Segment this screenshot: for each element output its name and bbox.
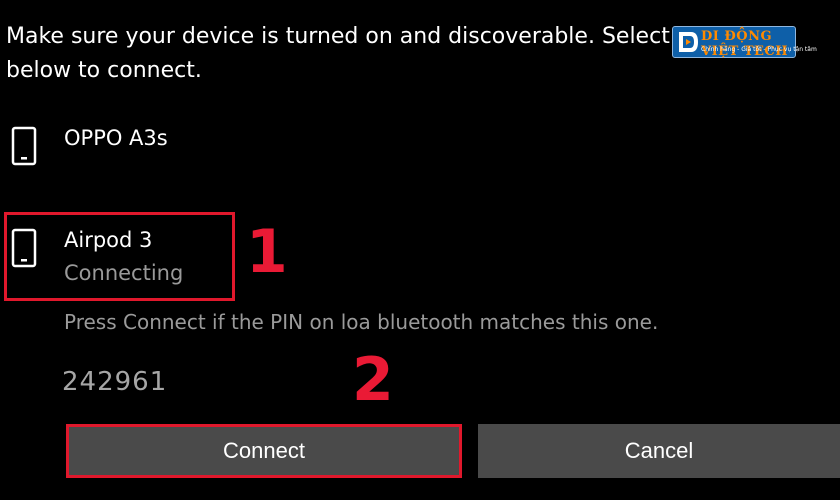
pin-hint-text: Press Connect if the PIN on loa bluetoot… (64, 310, 659, 334)
step-number-2: 2 (352, 345, 394, 415)
brand-logo: DI ĐỘNG VIỆT TECH Chính hãng - Giá tốt -… (672, 26, 817, 59)
pin-code: 242961 (62, 367, 168, 397)
device-name: OPPO A3s (64, 126, 168, 150)
logo-tagline: Chính hãng - Giá tốt - Phục vụ tận tâm (701, 46, 817, 53)
cancel-button[interactable]: Cancel (478, 424, 840, 478)
logo-name: DI ĐỘNG VIỆT TECH (701, 29, 788, 59)
phone-icon (11, 126, 37, 166)
step-number-1: 1 (246, 217, 288, 287)
highlight-box-device (4, 212, 235, 301)
device-list-item[interactable]: OPPO A3s (0, 118, 520, 178)
connect-button[interactable]: Connect (66, 424, 462, 478)
logo-mark-icon (679, 32, 698, 52)
